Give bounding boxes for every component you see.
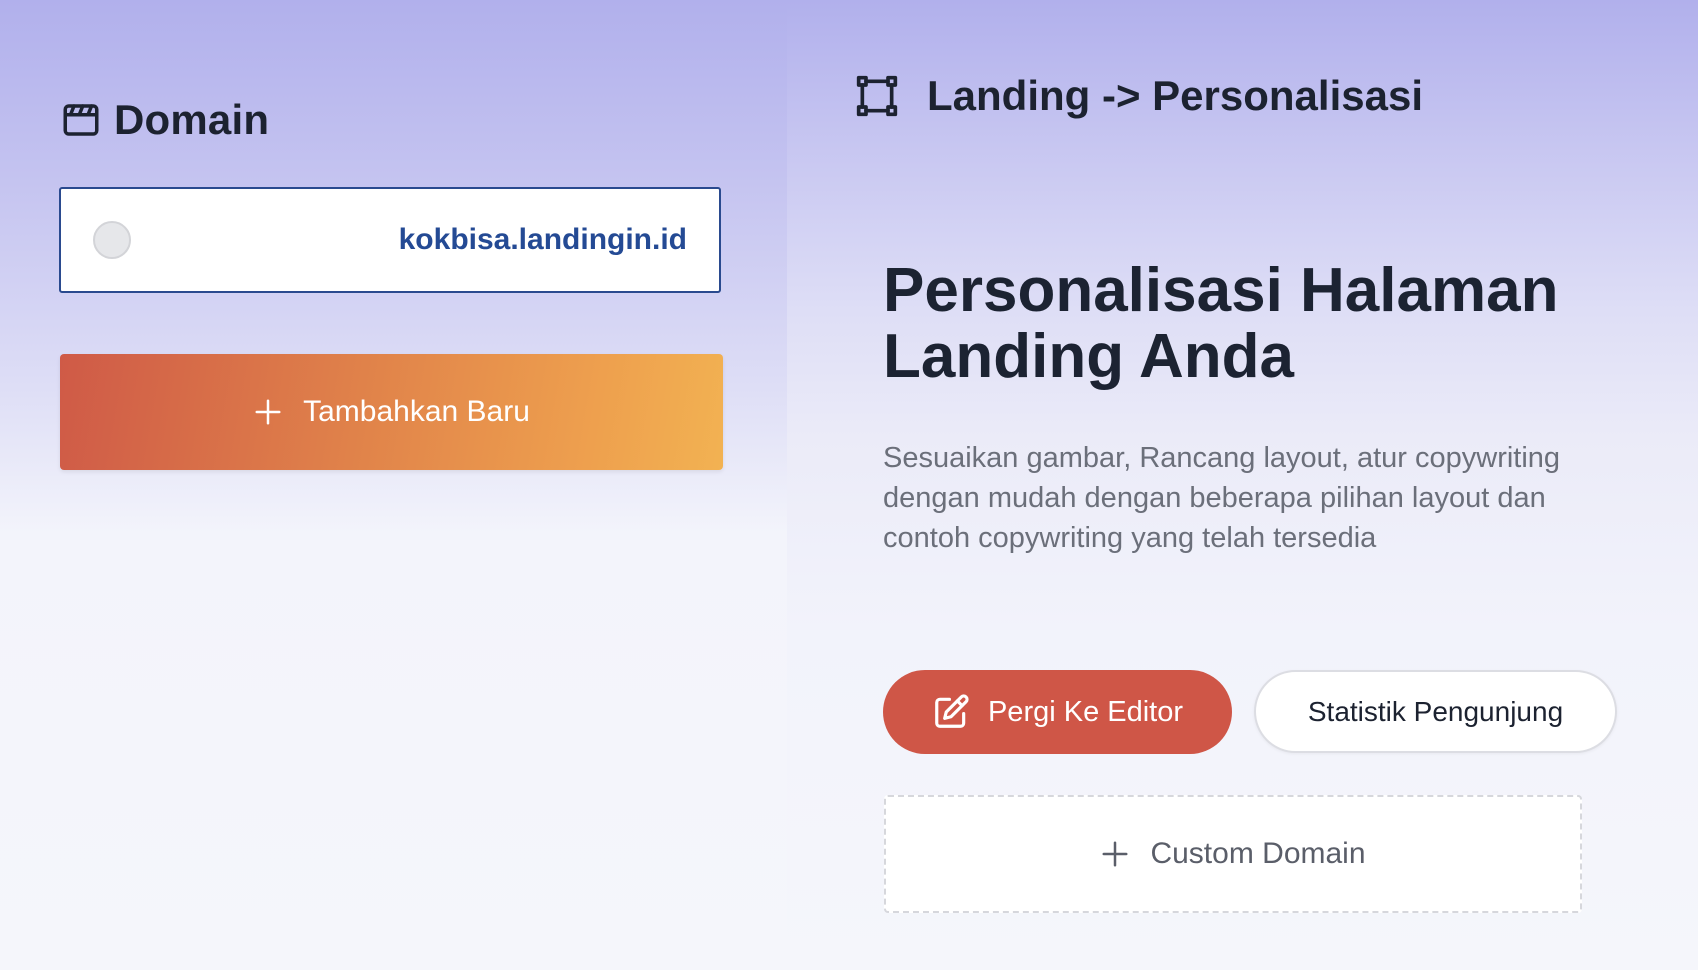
page-title: Personalisasi Halaman Landing Anda — [883, 256, 1559, 391]
domain-title: Domain — [114, 96, 270, 143]
domain-radio[interactable] — [93, 221, 131, 259]
custom-domain-label: Custom Domain — [1150, 837, 1366, 870]
visitor-stats-button[interactable]: Statistik Pengunjung — [1254, 670, 1617, 753]
frame-corners-icon — [855, 74, 899, 118]
breadcrumb-label: Landing -> Personalisasi — [927, 72, 1423, 119]
domain-section-title: Domain — [60, 96, 269, 144]
page: Domain kokbisa.landingin.id Tambahkan Ba… — [0, 0, 1698, 970]
edit-icon — [932, 693, 970, 731]
domain-option[interactable]: kokbisa.landingin.id — [59, 187, 721, 293]
personalization-panel: Landing -> Personalisasi Personalisasi H… — [787, 0, 1698, 970]
plus-icon — [1100, 839, 1130, 869]
domain-name: kokbisa.landingin.id — [398, 223, 687, 256]
page-description: Sesuaikan gambar, Rancang layout, atur c… — [883, 442, 1561, 554]
go-to-editor-button[interactable]: Pergi Ke Editor — [883, 670, 1232, 754]
custom-domain-button[interactable]: Custom Domain — [884, 795, 1582, 913]
domain-panel: Domain kokbisa.landingin.id Tambahkan Ba… — [0, 0, 787, 970]
plus-icon — [253, 397, 283, 427]
visitor-stats-label: Statistik Pengunjung — [1307, 695, 1564, 727]
clapperboard-icon — [60, 99, 102, 141]
add-new-button[interactable]: Tambahkan Baru — [60, 354, 723, 470]
breadcrumb: Landing -> Personalisasi — [855, 72, 1423, 120]
go-to-editor-label: Pergi Ke Editor — [987, 695, 1184, 728]
add-new-label: Tambahkan Baru — [303, 395, 530, 428]
